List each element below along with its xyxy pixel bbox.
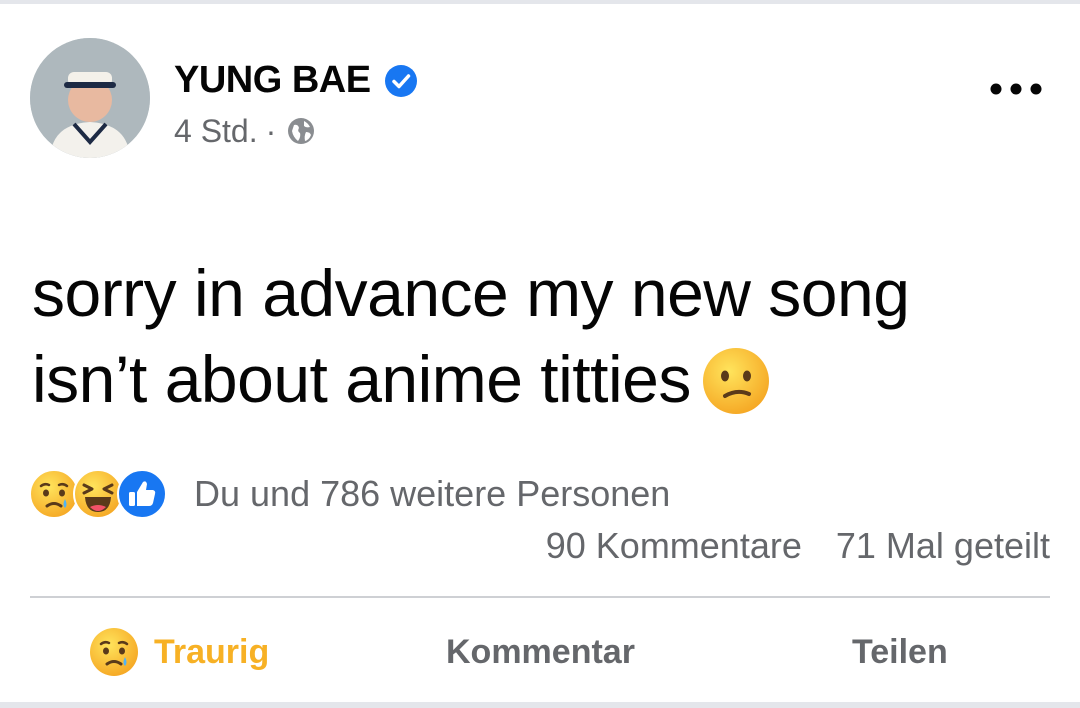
sad-face-icon	[90, 628, 138, 676]
post-text: sorry in advance my new song isn’t about…	[32, 250, 1062, 422]
post-time[interactable]: 4 Std.	[174, 112, 258, 150]
verified-badge-icon	[385, 65, 417, 97]
author-name[interactable]: YUNG BAE	[174, 58, 371, 102]
post-card: YUNG BAE 4 Std. · sorry in advance my ne…	[0, 4, 1080, 702]
react-button-label: Traurig	[154, 632, 270, 671]
reaction-summary[interactable]: Du und 786 weitere Personen	[194, 472, 670, 516]
post-text-line-1: sorry in advance my new song	[32, 256, 910, 330]
reaction-icons[interactable]	[28, 466, 167, 522]
like-icon	[117, 469, 167, 519]
post-meta: 4 Std. ·	[174, 112, 316, 150]
react-button[interactable]: Traurig	[88, 616, 269, 688]
post-text-line-2: isn’t about anime titties	[32, 336, 1062, 422]
post-text-line-2-text: isn’t about anime titties	[32, 342, 691, 416]
comment-button[interactable]: Kommentar	[446, 616, 635, 688]
action-bar: Traurig Kommentar Teilen	[0, 616, 1080, 688]
divider	[30, 596, 1050, 598]
share-count[interactable]: 71 Mal geteilt	[836, 524, 1050, 568]
meta-separator: ·	[265, 113, 277, 149]
comment-button-label: Kommentar	[446, 632, 635, 671]
engagement-counts: 90 Kommentare 71 Mal geteilt	[546, 524, 1050, 568]
comment-count[interactable]: 90 Kommentare	[546, 524, 802, 568]
avatar[interactable]	[30, 38, 150, 158]
share-button[interactable]: Teilen	[852, 616, 948, 688]
share-button-label: Teilen	[852, 632, 948, 671]
more-options-icon[interactable]	[986, 74, 1046, 104]
confused-face-icon	[702, 347, 769, 414]
globe-icon[interactable]	[286, 116, 316, 146]
